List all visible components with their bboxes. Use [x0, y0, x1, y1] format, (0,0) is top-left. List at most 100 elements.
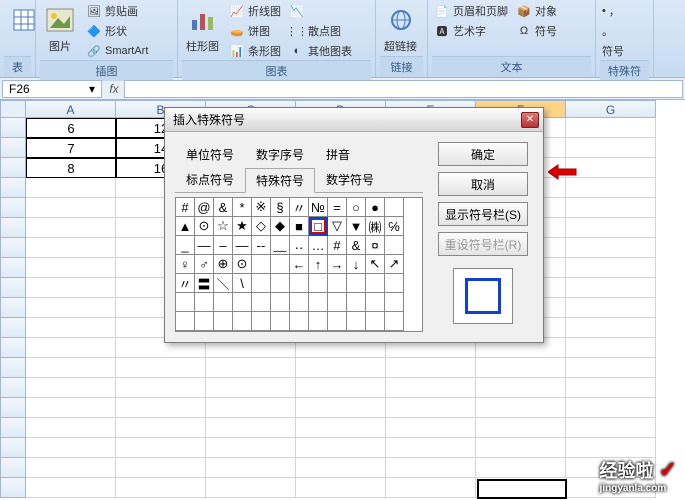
cell[interactable] [26, 358, 116, 378]
cell[interactable] [26, 258, 116, 278]
cell[interactable]: 6 [26, 118, 116, 138]
symbol-cell[interactable]: … [309, 236, 328, 255]
row-header[interactable] [0, 138, 26, 158]
cell[interactable] [206, 438, 296, 458]
cell[interactable] [206, 418, 296, 438]
scatter-chart-button[interactable]: ⋮⋮散点图 [287, 22, 354, 40]
row-header[interactable] [0, 258, 26, 278]
row-header[interactable] [0, 298, 26, 318]
cell[interactable] [566, 278, 656, 298]
name-box[interactable]: F26 ▾ [2, 80, 102, 98]
symbol-cell[interactable]: * [233, 198, 252, 217]
symbol-cell[interactable]: ⊙ [195, 217, 214, 236]
symbol-cell[interactable]: ⊙ [233, 255, 252, 274]
symbol-cell[interactable] [366, 274, 385, 293]
symbol-cell[interactable]: ◇ [252, 217, 271, 236]
cell[interactable] [206, 478, 296, 498]
cell[interactable] [206, 398, 296, 418]
symbol-cell[interactable] [328, 312, 347, 331]
symbol-cell[interactable]: ■ [290, 217, 309, 236]
cell[interactable] [26, 378, 116, 398]
cell[interactable] [26, 458, 116, 478]
symbol-cell[interactable] [347, 293, 366, 312]
punct-button[interactable]: • ， [600, 2, 626, 20]
symbol-cell[interactable]: & [347, 236, 366, 255]
symbol-cell[interactable] [385, 293, 404, 312]
row-header[interactable] [0, 438, 26, 458]
row-header[interactable] [0, 118, 26, 138]
cell[interactable] [566, 218, 656, 238]
smartart-button[interactable]: 🔗SmartArt [84, 42, 150, 60]
symbol-cell[interactable] [214, 293, 233, 312]
cell[interactable] [566, 338, 656, 358]
symbol-cell[interactable] [328, 293, 347, 312]
cell[interactable]: 8 [26, 158, 116, 178]
symbol-cell[interactable]: ℅ [385, 217, 404, 236]
cell[interactable] [296, 478, 386, 498]
row-header[interactable] [0, 238, 26, 258]
cell[interactable] [566, 158, 656, 178]
symbol-cell[interactable]: ※ [252, 198, 271, 217]
cell[interactable] [296, 418, 386, 438]
symbol-cell[interactable]: ㈱ [366, 217, 385, 236]
cell[interactable] [566, 438, 656, 458]
other-charts-button[interactable]: ◐其他图表 [287, 42, 354, 60]
reset-symbol-bar-button[interactable]: 重设符号栏(R) [438, 232, 528, 256]
dialog-tab[interactable]: 单位符号 [175, 142, 245, 167]
symbol-cell[interactable]: # [176, 198, 195, 217]
cell[interactable] [566, 118, 656, 138]
clipart-button[interactable]: 🖼剪贴画 [84, 2, 150, 20]
symbol-cell[interactable] [252, 255, 271, 274]
cell[interactable] [566, 418, 656, 438]
cell[interactable] [26, 418, 116, 438]
symbol-cell[interactable]: → [328, 255, 347, 274]
cell[interactable] [26, 298, 116, 318]
cell[interactable] [386, 418, 476, 438]
symbol-cell[interactable]: — [195, 236, 214, 255]
symbol-cell[interactable]: 〓 [195, 274, 214, 293]
row-header[interactable] [0, 458, 26, 478]
dialog-tab[interactable]: 数字序号 [245, 142, 315, 167]
column-chart-button[interactable]: 柱形图 [182, 2, 223, 56]
symbol-cell[interactable] [176, 312, 195, 331]
ok-button[interactable]: 确定 [438, 142, 528, 166]
symbol-cell[interactable]: @ [195, 198, 214, 217]
symbol-cell[interactable]: ¤ [366, 236, 385, 255]
period-button[interactable]: 。 [600, 22, 626, 40]
symbol-cell[interactable]: # [328, 236, 347, 255]
cell[interactable] [566, 198, 656, 218]
symbol-cell[interactable] [252, 274, 271, 293]
symbol-cell[interactable]: – [214, 236, 233, 255]
cell[interactable] [26, 438, 116, 458]
symbol-cell[interactable] [271, 255, 290, 274]
row-header[interactable] [0, 278, 26, 298]
cell[interactable] [566, 378, 656, 398]
cancel-button[interactable]: 取消 [438, 172, 528, 196]
symbol-cell[interactable]: \ [233, 274, 252, 293]
cell[interactable] [116, 378, 206, 398]
line-chart-button[interactable]: 📈折线图 [227, 2, 283, 20]
symbol-cell[interactable]: ♂ [195, 255, 214, 274]
row-header[interactable] [0, 338, 26, 358]
symbol-cell[interactable]: ☆ [214, 217, 233, 236]
symbol-cell[interactable] [195, 312, 214, 331]
cell[interactable] [566, 358, 656, 378]
row-header[interactable] [0, 398, 26, 418]
cell[interactable] [386, 478, 476, 498]
pie-chart-button[interactable]: 🥧饼图 [227, 22, 283, 40]
symbol-cell[interactable] [176, 293, 195, 312]
symbol-cell[interactable]: ↖ [366, 255, 385, 274]
cell[interactable] [476, 398, 566, 418]
symbol-cell[interactable]: ‥ [290, 236, 309, 255]
cell[interactable] [476, 478, 566, 498]
symbol-cell[interactable] [195, 293, 214, 312]
symbol-button[interactable]: Ω符号 [514, 22, 559, 40]
cell[interactable] [386, 358, 476, 378]
row-header[interactable] [0, 378, 26, 398]
bar-chart-button[interactable]: 📊条形图 [227, 42, 283, 60]
object-button[interactable]: 📦对象 [514, 2, 559, 20]
row-header[interactable] [0, 198, 26, 218]
column-header-A[interactable]: A [26, 100, 116, 118]
hyperlink-button[interactable]: 超链接 [380, 2, 421, 56]
symbol-cell[interactable]: ↓ [347, 255, 366, 274]
